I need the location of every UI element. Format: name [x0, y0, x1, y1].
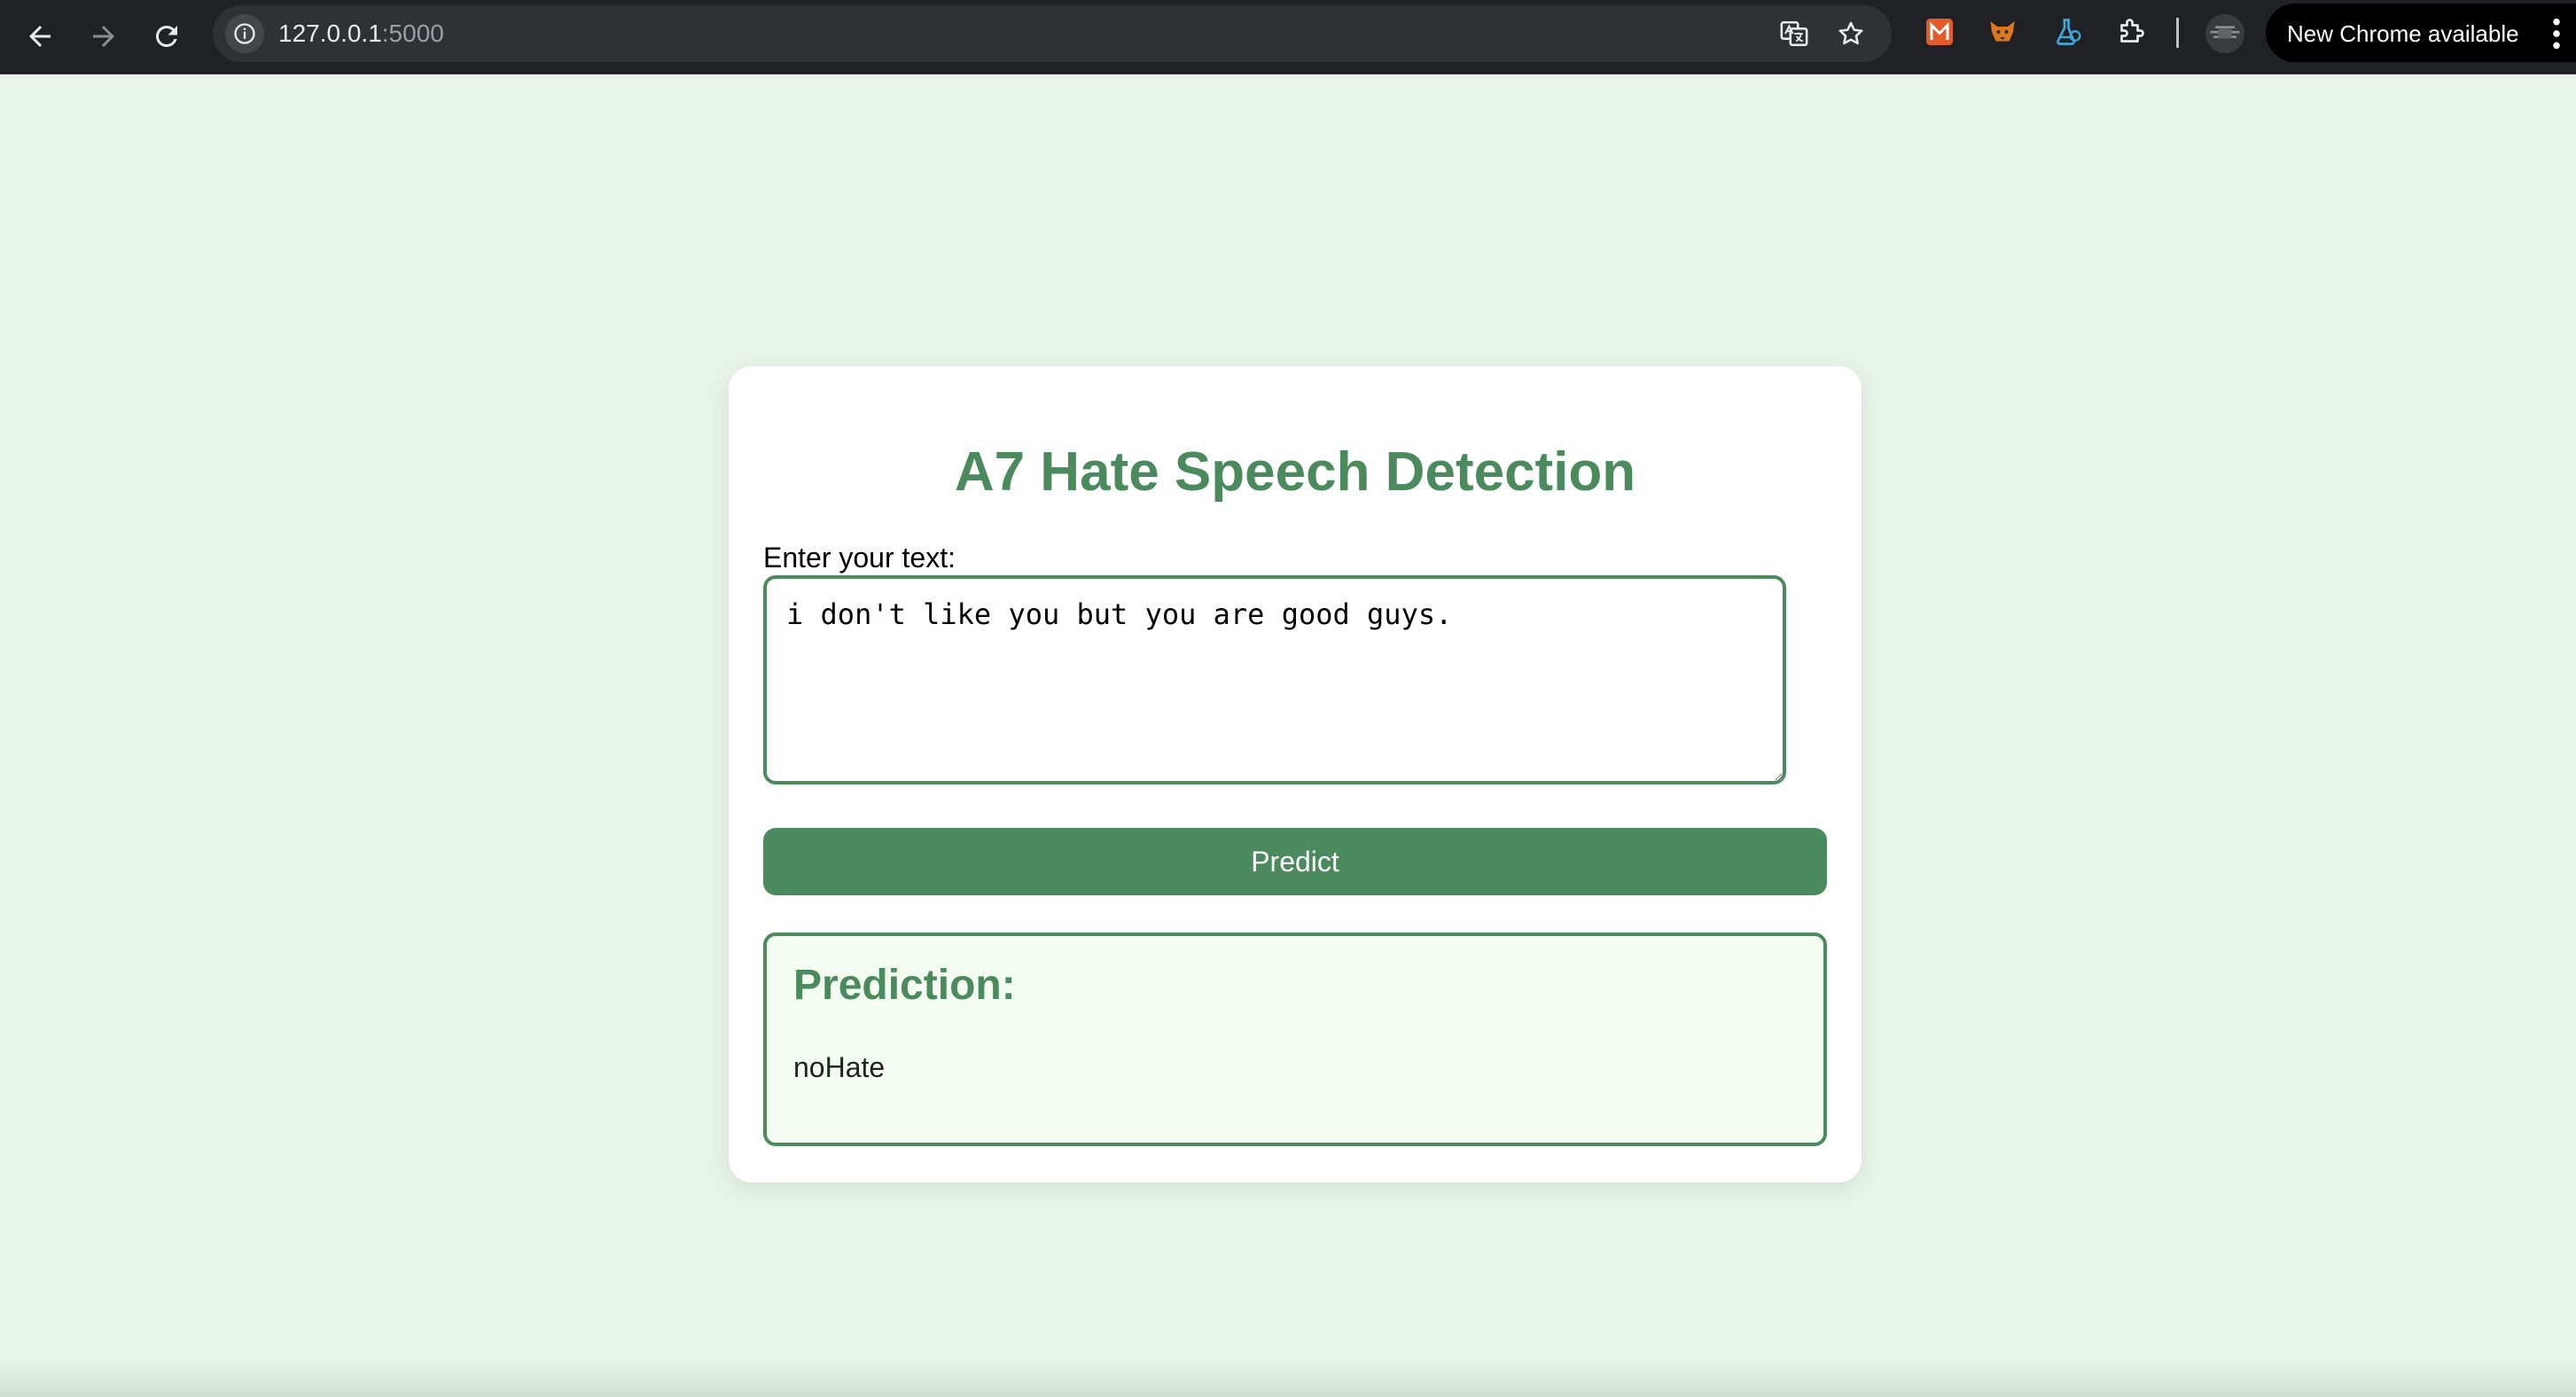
detection-card: A7 Hate Speech Detection Enter your text… [729, 366, 1862, 1182]
prediction-result-box: Prediction: noHate [763, 933, 1827, 1146]
profile-avatar[interactable] [2205, 14, 2244, 53]
back-button[interactable] [18, 14, 62, 59]
url-host: 127.0.0.1 [278, 20, 382, 47]
site-info-button[interactable] [225, 14, 264, 53]
extensions-button[interactable] [2113, 14, 2149, 50]
bookmark-button[interactable] [1835, 18, 1867, 50]
translate-icon [1780, 20, 1808, 47]
prediction-value: noHate [793, 1051, 886, 1083]
extension-m-icon [1926, 19, 1953, 45]
extension-flask-button[interactable] [2049, 14, 2085, 50]
browser-toolbar: 127.0.0.1:5000 New Chrome available [0, 0, 2576, 74]
arrow-right-icon [93, 26, 114, 47]
chrome-update-label: New Chrome available [2287, 20, 2519, 47]
extension-fox-button[interactable] [1985, 14, 2020, 50]
extension-fox-icon [1990, 21, 2015, 42]
text-input[interactable]: i don't like you but you are good guys. [763, 575, 1786, 784]
input-label: Enter your text: [763, 542, 956, 574]
info-icon [234, 23, 255, 44]
puzzle-icon [2120, 19, 2144, 43]
address-bar[interactable]: 127.0.0.1:5000 [213, 5, 1892, 62]
arrow-left-icon [29, 26, 51, 47]
avatar-icon [2205, 14, 2244, 53]
extension-flask-icon [2057, 19, 2081, 45]
extension-m-button[interactable] [1922, 14, 1957, 50]
prediction-heading: Prediction: [793, 962, 1016, 1009]
star-icon [1838, 21, 1863, 45]
chrome-update-button[interactable]: New Chrome available [2266, 4, 2576, 62]
translate-button[interactable] [1778, 18, 1810, 50]
page-title: A7 Hate Speech Detection [954, 441, 1636, 503]
forward-button[interactable] [82, 14, 126, 59]
kebab-menu-icon[interactable] [2549, 17, 2564, 51]
predict-button[interactable]: Predict [763, 828, 1827, 895]
url-text: 127.0.0.1:5000 [278, 20, 444, 47]
url-port: :5000 [381, 20, 444, 47]
toolbar-divider [2176, 18, 2179, 48]
reload-icon [155, 25, 177, 47]
window-bottom-shadow [0, 1362, 2576, 1397]
reload-button[interactable] [144, 14, 189, 59]
